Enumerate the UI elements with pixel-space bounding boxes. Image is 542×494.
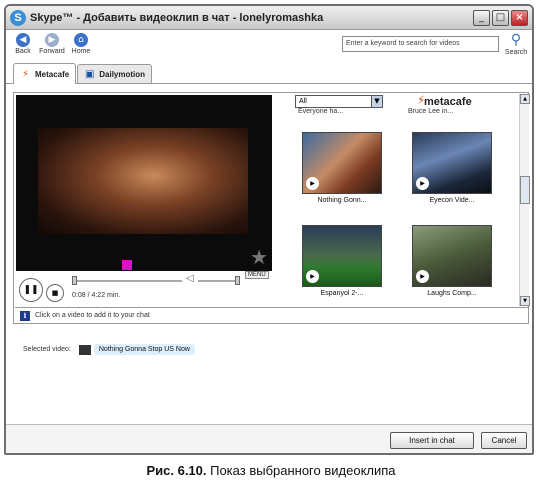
video-title[interactable]: Nothing Gonn... [300,197,384,204]
minimize-button[interactable]: _ [473,9,490,26]
video-player[interactable]: ★ [16,95,272,271]
result-title-partial[interactable]: Bruce Lee in... [408,108,453,115]
play-icon: ▶ [306,177,319,190]
source-tabs: ⚡ Metacafe ▣ Dailymotion [6,62,532,84]
dialog-footer: Insert in chat Cancel [6,424,532,453]
playback-time: 0:08 / 4:22 min. [72,292,121,299]
video-thumbnail[interactable]: ▶ [412,225,492,287]
maximize-button[interactable]: □ [492,9,509,26]
star-icon: ★ [250,245,268,269]
search-button[interactable]: ⚲ Search [502,32,530,56]
home-button[interactable]: ⌂ Home [68,33,94,55]
tab-label: Dailymotion [99,69,146,79]
film-icon [78,344,91,355]
tab-metacafe[interactable]: ⚡ Metacafe [13,63,77,84]
volume-handle[interactable] [235,276,240,285]
video-frame[interactable] [38,128,248,234]
selected-video-chip[interactable]: Nothing Gonna Stop US Now [93,344,195,355]
chevron-down-icon[interactable]: ▼ [371,96,382,107]
skype-dialog-window: S Skype™ - Добавить видеоклип в чат - lo… [4,4,534,455]
figure-caption-text: Показ выбранного видеоклипа [206,463,396,478]
back-arrow-icon: ◀ [16,33,30,47]
stop-button[interactable]: ■ [46,284,64,302]
title-bar: S Skype™ - Добавить видеоклип в чат - lo… [6,6,532,30]
seek-bar[interactable] [72,276,182,285]
pause-button[interactable]: ❚❚ [19,278,43,302]
volume-slider[interactable] [198,276,240,285]
player-marker [122,260,132,270]
selected-video-label: Selected video: [23,346,71,353]
back-label: Back [15,48,31,55]
tab-dailymotion[interactable]: ▣ Dailymotion [77,64,153,83]
seek-handle[interactable] [72,276,77,285]
category-value: All [299,98,307,105]
video-thumbnail[interactable]: ▶ [302,225,382,287]
tab-label: Metacafe [35,69,70,79]
video-thumbnail[interactable]: ▶ [412,132,492,194]
search-label: Search [504,49,528,56]
cancel-button[interactable]: Cancel [481,432,527,449]
player-menu-button[interactable]: MENU [245,271,269,279]
result-title-partial[interactable]: Everyone ha... [298,108,343,115]
video-title[interactable]: Laughs Comp... [410,290,494,297]
video-thumbnail[interactable]: ▶ [302,132,382,194]
skype-logo-icon: S [10,9,26,26]
info-icon: i [20,310,30,321]
home-icon: ⌂ [74,33,88,47]
results-scrollbar[interactable]: ▲ ▼ [519,94,530,306]
forward-arrow-icon: ▶ [45,33,59,47]
hint-bar: i Click on a video to add it to your cha… [15,307,529,323]
play-icon: ▶ [416,177,429,190]
scroll-down-icon[interactable]: ▼ [520,296,530,306]
hint-text: Click on a video to add it to your chat [35,312,150,319]
search-icon: ⚲ [510,32,522,48]
player-controls: ❚❚ ■ ◁ MENU 0:08 / 4:22 min. [16,271,272,306]
category-select[interactable]: All ▼ [295,95,383,108]
figure-caption: Рис. 6.10. Показ выбранного видеоклипа [0,463,542,478]
dailymotion-icon: ▣ [85,68,95,80]
video-search-input[interactable]: Enter a keyword to search for videos [342,36,499,52]
navigation-toolbar: ◀ Back ▶ Forward ⌂ Home Enter a keyword … [6,30,532,62]
selected-video-row: Selected video: Nothing Gonna Stop US No… [23,344,195,355]
metacafe-brand: metacafe [424,96,472,108]
forward-label: Forward [39,48,65,55]
video-results: All ▼ ⚡ metacafe Everyone ha... Bruce Le… [274,94,516,306]
volume-icon[interactable]: ◁ [186,273,194,284]
window-title: Skype™ - Добавить видеоклип в чат - lone… [30,11,324,24]
back-button[interactable]: ◀ Back [10,33,36,55]
figure-number: Рис. 6.10. [146,463,207,478]
play-icon: ▶ [416,270,429,283]
video-title[interactable]: Eyecon Vide... [410,197,494,204]
forward-button[interactable]: ▶ Forward [39,33,65,55]
scroll-up-icon[interactable]: ▲ [520,94,530,104]
close-button[interactable]: × [511,9,528,26]
home-label: Home [71,48,91,55]
metacafe-icon: ⚡ [21,68,30,80]
play-icon: ▶ [306,270,319,283]
scroll-thumb[interactable] [520,176,530,204]
video-title[interactable]: Espanyol 2-... [300,290,384,297]
insert-in-chat-button[interactable]: Insert in chat [390,432,474,449]
video-panel: ★ ❚❚ ■ ◁ MENU 0:08 / 4:22 min. All ▼ ⚡ m… [13,92,530,324]
